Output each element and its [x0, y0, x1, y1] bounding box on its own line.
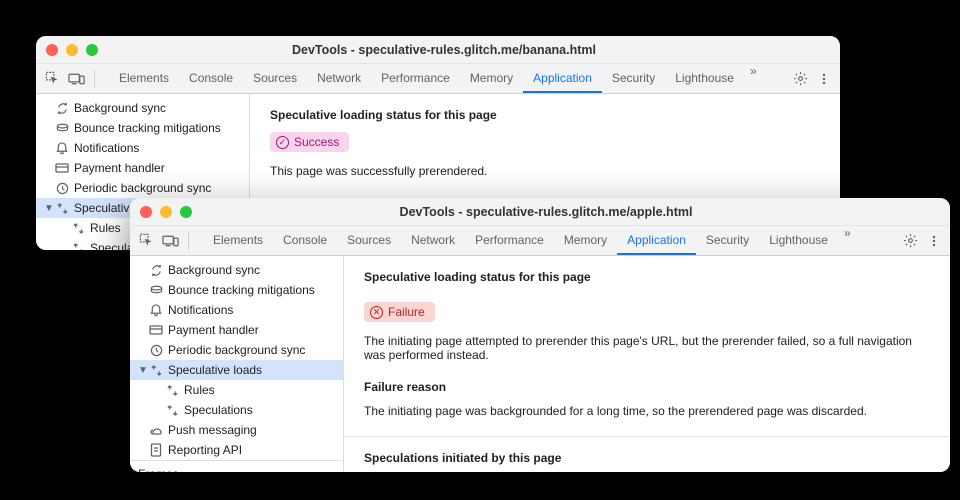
sidebar-item-rules[interactable]: Rules — [130, 380, 343, 400]
status-heading: Speculative loading status for this page — [364, 270, 930, 284]
status-description: This page was successfully prerendered. — [270, 164, 820, 178]
chevron-down-icon: ▼ — [44, 203, 54, 214]
device-toggle-icon[interactable] — [66, 69, 86, 89]
sidebar-item-notifications[interactable]: Notifications — [130, 300, 343, 320]
window-title: DevTools - speculative-rules.glitch.me/b… — [112, 43, 776, 57]
inspect-icon[interactable] — [136, 231, 156, 251]
tab-security[interactable]: Security — [602, 64, 665, 93]
close-icon[interactable] — [140, 206, 152, 218]
titlebar: DevTools - speculative-rules.glitch.me/b… — [36, 36, 840, 64]
inspect-icon[interactable] — [42, 69, 62, 89]
traffic-lights — [140, 206, 192, 218]
failure-reason-description: The initiating page was backgrounded for… — [364, 404, 930, 418]
window-title: DevTools - speculative-rules.glitch.me/a… — [206, 205, 886, 219]
tab-console[interactable]: Console — [179, 64, 243, 93]
minimize-icon[interactable] — [66, 44, 78, 56]
tab-elements[interactable]: Elements — [203, 226, 273, 255]
cross-circle-icon: ✕ — [370, 306, 383, 319]
more-icon[interactable] — [924, 231, 944, 251]
sidebar-item-background-sync[interactable]: Background sync — [130, 260, 343, 280]
close-icon[interactable] — [46, 44, 58, 56]
traffic-lights — [46, 44, 98, 56]
tab-performance[interactable]: Performance — [371, 64, 460, 93]
speculations-initiated-heading: Speculations initiated by this page — [364, 451, 930, 465]
status-badge: ✕ Failure — [364, 302, 435, 322]
tab-network[interactable]: Network — [401, 226, 465, 255]
tab-security[interactable]: Security — [696, 226, 759, 255]
minimize-icon[interactable] — [160, 206, 172, 218]
tab-lighthouse[interactable]: Lighthouse — [665, 64, 744, 93]
tab-lighthouse[interactable]: Lighthouse — [759, 226, 838, 255]
section-divider — [344, 436, 950, 437]
sidebar-item-periodic-sync[interactable]: Periodic background sync — [130, 340, 343, 360]
sidebar-item-push-messaging[interactable]: Push messaging — [130, 420, 343, 440]
zoom-icon[interactable] — [86, 44, 98, 56]
status-description: The initiating page attempted to prerend… — [364, 334, 930, 362]
check-circle-icon: ✓ — [276, 136, 289, 149]
gear-icon[interactable] — [900, 231, 920, 251]
more-icon[interactable] — [814, 69, 834, 89]
titlebar: DevTools - speculative-rules.glitch.me/a… — [130, 198, 950, 226]
tabs-overflow-icon[interactable]: » — [744, 64, 763, 93]
device-toggle-icon[interactable] — [160, 231, 180, 251]
sidebar-item-payment-handler[interactable]: Payment handler — [36, 158, 249, 178]
zoom-icon[interactable] — [180, 206, 192, 218]
devtools-toolbar: Elements Console Sources Network Perform… — [130, 226, 950, 256]
tab-memory[interactable]: Memory — [554, 226, 617, 255]
sidebar-item-reporting-api[interactable]: Reporting API — [130, 440, 343, 460]
failure-reason-heading: Failure reason — [364, 380, 930, 394]
separator — [188, 232, 189, 250]
panel-tabs: Elements Console Sources Network Perform… — [203, 226, 857, 255]
tab-network[interactable]: Network — [307, 64, 371, 93]
speculative-loads-panel: Speculative loading status for this page… — [344, 256, 950, 472]
tab-memory[interactable]: Memory — [460, 64, 523, 93]
devtools-toolbar: Elements Console Sources Network Perform… — [36, 64, 840, 94]
sidebar-item-background-sync[interactable]: Background sync — [36, 98, 249, 118]
tab-sources[interactable]: Sources — [337, 226, 401, 255]
tab-elements[interactable]: Elements — [109, 64, 179, 93]
separator — [94, 70, 95, 88]
tab-sources[interactable]: Sources — [243, 64, 307, 93]
tab-console[interactable]: Console — [273, 226, 337, 255]
sidebar-item-speculations[interactable]: Speculations — [130, 400, 343, 420]
status-badge-label: Success — [294, 135, 339, 149]
sidebar-item-bounce-tracking[interactable]: Bounce tracking mitigations — [36, 118, 249, 138]
sidebar-item-notifications[interactable]: Notifications — [36, 138, 249, 158]
sidebar-item-payment-handler[interactable]: Payment handler — [130, 320, 343, 340]
sidebar-item-speculative-loads[interactable]: ▼Speculative loads — [130, 360, 343, 380]
sidebar-item-periodic-sync[interactable]: Periodic background sync — [36, 178, 249, 198]
devtools-window-apple: DevTools - speculative-rules.glitch.me/a… — [130, 198, 950, 472]
status-badge: ✓ Success — [270, 132, 349, 152]
chevron-down-icon: ▼ — [138, 365, 148, 376]
gear-icon[interactable] — [790, 69, 810, 89]
sidebar-item-bounce-tracking[interactable]: Bounce tracking mitigations — [130, 280, 343, 300]
application-sidebar: Background sync Bounce tracking mitigati… — [130, 256, 344, 472]
panel-tabs: Elements Console Sources Network Perform… — [109, 64, 763, 93]
sidebar-section-frames[interactable]: Frames — [130, 460, 343, 472]
tab-application[interactable]: Application — [617, 226, 696, 255]
tabs-overflow-icon[interactable]: » — [838, 226, 857, 255]
tab-application[interactable]: Application — [523, 64, 602, 93]
status-heading: Speculative loading status for this page — [270, 108, 820, 122]
tab-performance[interactable]: Performance — [465, 226, 554, 255]
status-badge-label: Failure — [388, 305, 425, 319]
